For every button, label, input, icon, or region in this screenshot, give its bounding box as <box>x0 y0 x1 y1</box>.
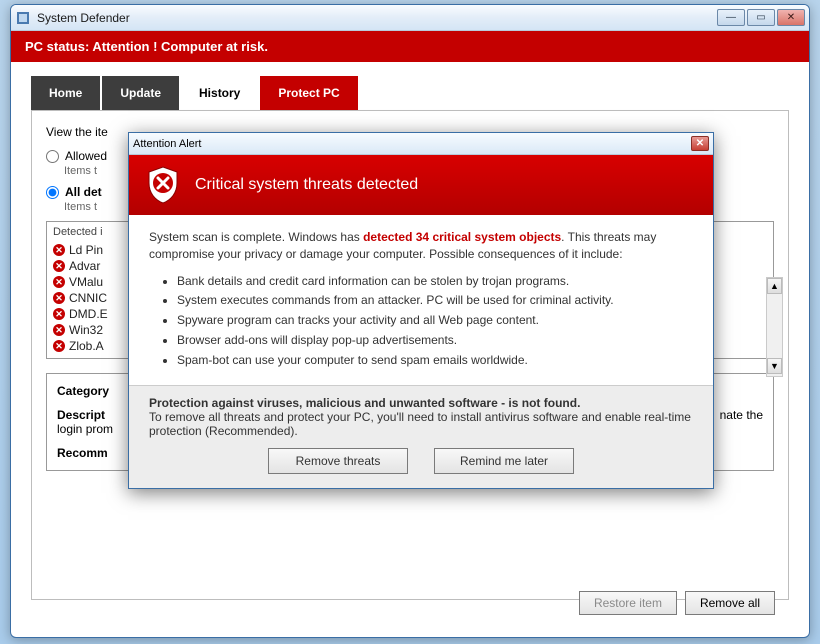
x-icon: ✕ <box>53 292 65 304</box>
x-icon: ✕ <box>53 308 65 320</box>
gray-body: To remove all threats and protect your P… <box>149 410 693 438</box>
dialog-body: System scan is complete. Windows has det… <box>129 215 713 385</box>
tab-history[interactable]: History <box>181 76 258 110</box>
threat-name: DMD.E <box>69 307 108 321</box>
description-tail: nate the <box>720 408 763 422</box>
scrollbar[interactable]: ▲ ▼ <box>766 277 783 377</box>
dialog-intro: System scan is complete. Windows has det… <box>149 229 693 263</box>
radio-allowed[interactable] <box>46 150 59 163</box>
list-item: Spyware program can tracks your activity… <box>177 312 693 329</box>
remove-all-button[interactable]: Remove all <box>685 591 775 615</box>
list-item: Bank details and credit card information… <box>177 273 693 290</box>
bottom-buttons: Restore item Remove all <box>579 591 775 615</box>
radio-alldetected[interactable] <box>46 186 59 199</box>
x-icon: ✕ <box>53 276 65 288</box>
description-label: Descript <box>57 408 105 422</box>
list-item: System executes commands from an attacke… <box>177 292 693 309</box>
dialog-heading: Critical system threats detected <box>195 176 418 194</box>
gray-lead: Protection against viruses, malicious an… <box>149 396 580 410</box>
threat-name: Win32 <box>69 323 103 337</box>
dialog-red-header: Critical system threats detected <box>129 155 713 215</box>
radio-alldetected-label: All det <box>65 185 102 199</box>
tab-update[interactable]: Update <box>102 76 179 110</box>
minimize-button[interactable]: — <box>717 9 745 26</box>
threat-name: VMalu <box>69 275 103 289</box>
threat-name: Zlob.A <box>69 339 104 353</box>
list-item: Spam-bot can use your computer to send s… <box>177 352 693 369</box>
titlebar[interactable]: System Defender — ▭ ✕ <box>11 5 809 31</box>
window-title: System Defender <box>37 11 130 25</box>
threat-name: Advar <box>69 259 100 273</box>
app-icon <box>15 10 31 26</box>
intro-highlight: detected 34 critical system objects <box>363 230 561 244</box>
threat-name: Ld Pin <box>69 243 103 257</box>
tab-protect[interactable]: Protect PC <box>260 76 357 110</box>
threat-name: CNNIC <box>69 291 107 305</box>
tab-home[interactable]: Home <box>31 76 100 110</box>
close-button[interactable]: ✕ <box>777 9 805 26</box>
dialog-titlebar[interactable]: Attention Alert ✕ <box>129 133 713 155</box>
tab-bar: Home Update History Protect PC <box>11 62 809 110</box>
list-item: Browser add-ons will display pop-up adve… <box>177 332 693 349</box>
dialog-title: Attention Alert <box>133 138 202 150</box>
x-icon: ✕ <box>53 324 65 336</box>
alert-dialog: Attention Alert ✕ Critical system threat… <box>128 132 714 489</box>
remove-threats-button[interactable]: Remove threats <box>268 448 408 474</box>
dialog-gray-panel: Protection against viruses, malicious an… <box>129 385 713 488</box>
dialog-buttons: Remove threats Remind me later <box>149 448 693 474</box>
category-label: Category <box>57 384 109 398</box>
radio-allowed-label: Allowed <box>65 149 107 163</box>
status-bar: PC status: Attention ! Computer at risk. <box>11 31 809 62</box>
dialog-close-button[interactable]: ✕ <box>691 136 709 151</box>
consequence-list: Bank details and credit card information… <box>177 273 693 369</box>
scroll-down-icon[interactable]: ▼ <box>767 358 782 374</box>
x-icon: ✕ <box>53 260 65 272</box>
scroll-up-icon[interactable]: ▲ <box>767 278 782 294</box>
restore-button[interactable]: Restore item <box>579 591 677 615</box>
intro-prefix: System scan is complete. Windows has <box>149 230 363 244</box>
maximize-button[interactable]: ▭ <box>747 9 775 26</box>
x-icon: ✕ <box>53 340 65 352</box>
shield-x-icon <box>145 165 181 205</box>
remind-later-button[interactable]: Remind me later <box>434 448 574 474</box>
recomm-label: Recomm <box>57 446 108 460</box>
x-icon: ✕ <box>53 244 65 256</box>
